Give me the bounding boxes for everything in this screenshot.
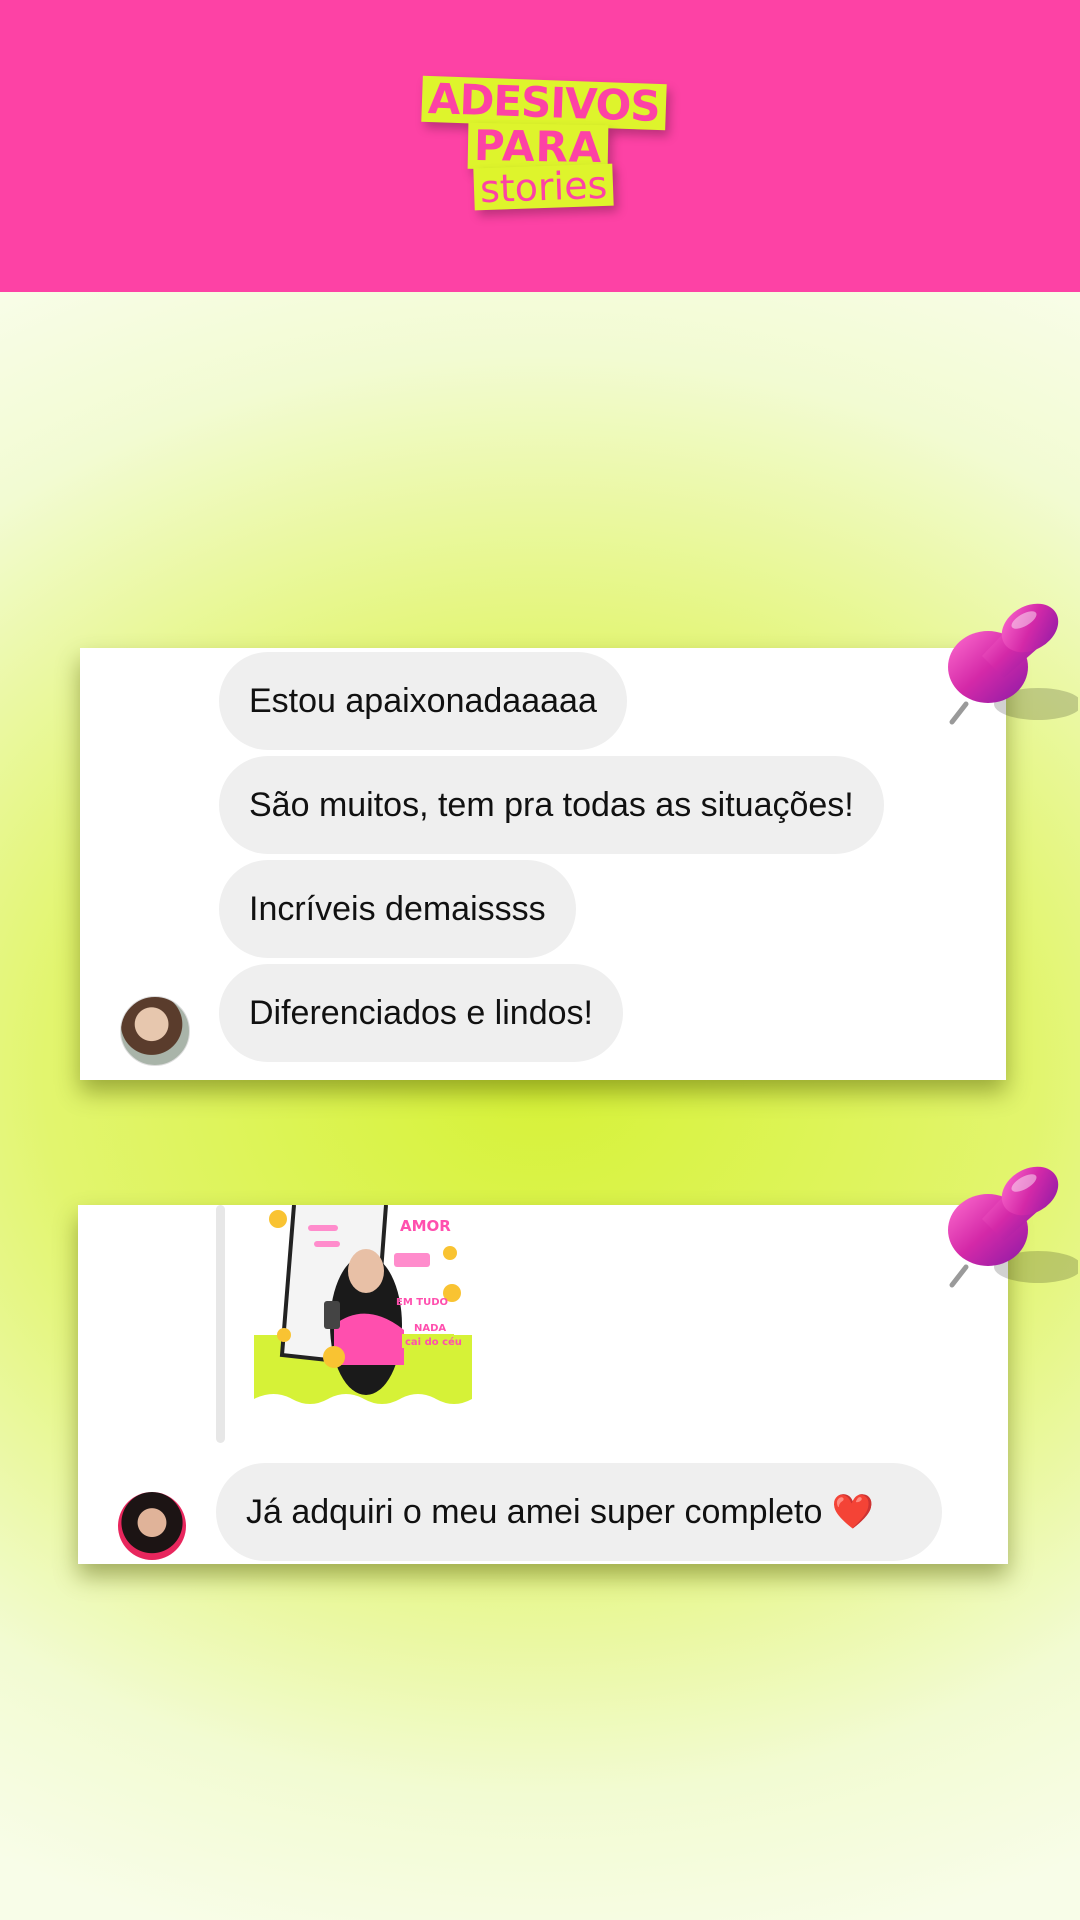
sticker-nada: NADA: [414, 1323, 446, 1334]
avatar: [120, 996, 190, 1066]
chat-screenshot-card-2: AMOR EM TUDO NADA cai do céu Já adquiri …: [78, 1205, 1008, 1564]
chat-screenshot-card-1: Estou apaixonadaaaaa São muitos, tem pra…: [80, 648, 1006, 1080]
story-preview-graphic: AMOR EM TUDO NADA cai do céu: [254, 1205, 472, 1411]
push-pin-icon: [948, 603, 1078, 725]
message-bubble: Estou apaixonadaaaaa: [219, 652, 627, 750]
message-bubble: São muitos, tem pra todas as situações!: [219, 756, 884, 854]
message-bubble: Já adquiri o meu amei super completo ❤️: [216, 1463, 942, 1561]
story-preview-image: AMOR EM TUDO NADA cai do céu: [254, 1205, 472, 1411]
logo-line-3: stories: [473, 163, 615, 211]
sticker-cai-do-ceu: cai do céu: [405, 1336, 462, 1348]
sticker-em-tudo: EM TUDO: [396, 1297, 448, 1308]
push-pin-icon: [948, 1166, 1078, 1288]
avatar: [118, 1492, 186, 1560]
message-bubble: Diferenciados e lindos!: [219, 964, 623, 1062]
message-bubble: Incríveis demaissss: [219, 860, 576, 958]
header-banner: ADESIVOS PARA stories: [0, 0, 1080, 292]
reply-indicator-bar: [216, 1205, 225, 1443]
sticker-amor: AMOR: [400, 1217, 451, 1235]
brand-logo: ADESIVOS PARA stories: [420, 74, 667, 214]
